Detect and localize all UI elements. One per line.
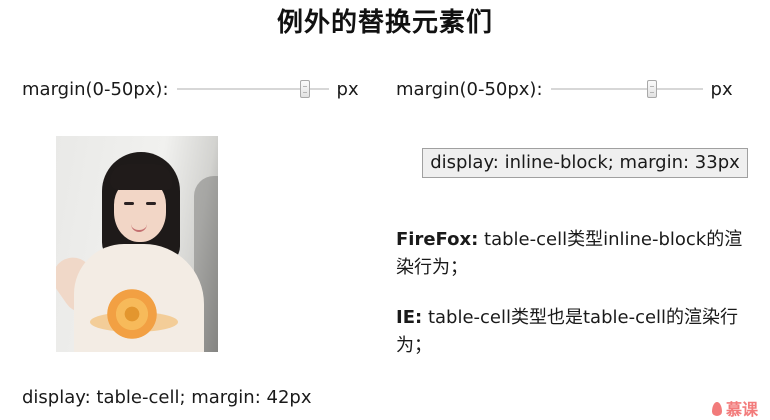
firefox-note: FireFox: table-cell类型inline-block的渲 染行为； [396, 226, 758, 282]
ie-note-label: IE: [396, 307, 423, 328]
firefox-note-label: FireFox: [396, 229, 479, 250]
ie-note: IE: table-cell类型也是table-cell的渲染行 为； [396, 304, 758, 360]
watermark-text: 慕课 [726, 400, 759, 419]
right-margin-unit: px [710, 78, 733, 100]
firefox-note-line2: 染行为； [396, 257, 468, 278]
page-title: 例外的替换元素们 [276, 8, 493, 38]
left-margin-control: margin(0-50px): px [22, 76, 359, 102]
left-margin-unit: px [336, 78, 359, 100]
firefox-note-line1: table-cell类型inline-block的渲 [484, 229, 743, 250]
right-margin-slider[interactable] [550, 76, 703, 102]
table-cell-caption: display: table-cell; margin: 42px [22, 387, 312, 408]
ie-note-line1: table-cell类型也是table-cell的渲染行 [427, 307, 739, 328]
left-margin-label: margin(0-50px): [22, 78, 169, 100]
watermark-logo: 慕课 [712, 396, 758, 420]
ie-note-line2: 为； [396, 335, 432, 356]
flame-icon [712, 402, 722, 416]
inline-block-demo-box: display: inline-block; margin: 33px [422, 148, 748, 178]
right-margin-label: margin(0-50px): [396, 78, 543, 100]
right-margin-control: margin(0-50px): px [396, 76, 733, 102]
left-margin-slider-thumb[interactable] [300, 80, 311, 98]
right-margin-slider-thumb[interactable] [646, 80, 657, 98]
portrait-photo [56, 136, 218, 352]
left-margin-slider[interactable] [176, 76, 329, 102]
